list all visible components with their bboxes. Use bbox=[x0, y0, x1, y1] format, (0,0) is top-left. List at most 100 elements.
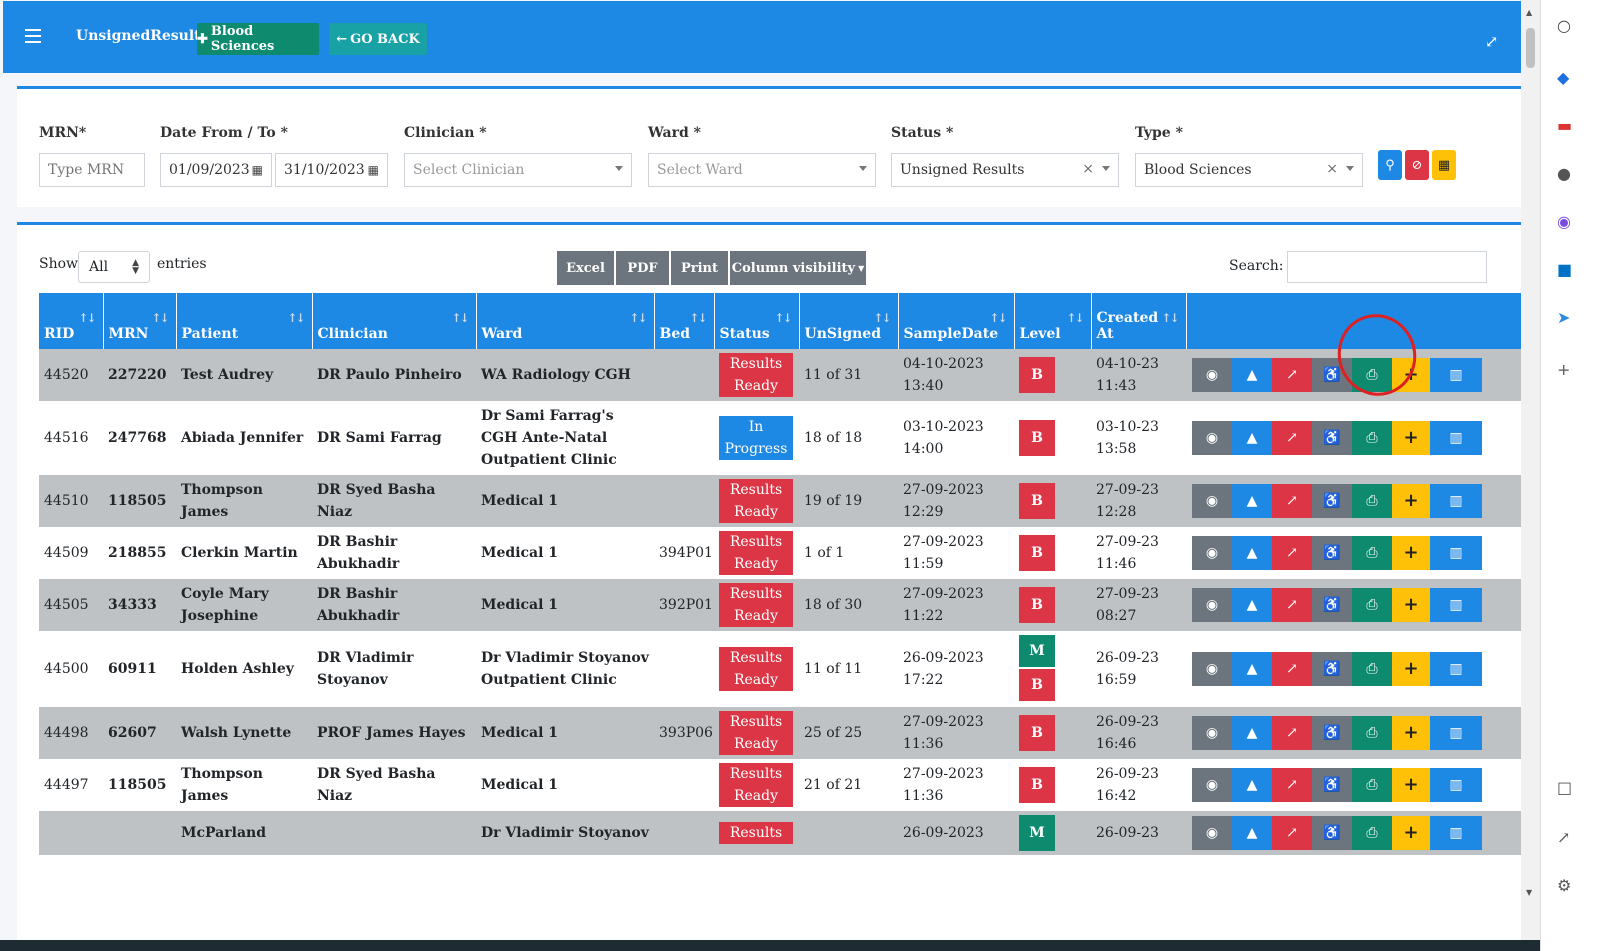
accessibility-button[interactable]: ♿ bbox=[1312, 816, 1352, 850]
search-input[interactable] bbox=[1287, 251, 1487, 283]
print-button[interactable]: ⎙ bbox=[1352, 484, 1392, 518]
pdf-button[interactable]: PDF bbox=[616, 251, 669, 285]
status-select[interactable]: Unsigned Results × bbox=[891, 153, 1119, 187]
barcode-button[interactable]: ▥ bbox=[1430, 716, 1482, 750]
print-button[interactable]: ⎙ bbox=[1352, 536, 1392, 570]
col-unsigned[interactable]: UnSigned ↑↓ bbox=[799, 293, 899, 349]
table-row[interactable]: 44505 34333 Coyle Mary Josephine DR Bashir … bbox=[39, 579, 1532, 631]
area-chart-button[interactable]: ▲ bbox=[1232, 768, 1272, 802]
add-button[interactable]: + bbox=[1392, 536, 1430, 570]
barcode-button[interactable]: ▥ bbox=[1430, 484, 1482, 518]
sort-icon[interactable]: ↑↓ bbox=[287, 311, 305, 325]
view-button[interactable]: ◉ bbox=[1192, 768, 1232, 802]
print-button[interactable]: ⎙ bbox=[1352, 358, 1392, 392]
line-chart-button[interactable]: ↗ bbox=[1272, 588, 1312, 622]
sort-icon[interactable]: ↑↓ bbox=[629, 311, 647, 325]
col-clinician[interactable]: Clinician ↑↓ bbox=[312, 293, 477, 349]
barcode-button[interactable]: ▥ bbox=[1430, 588, 1482, 622]
clear-icon[interactable]: × bbox=[1326, 161, 1338, 177]
accessibility-button[interactable]: ♿ bbox=[1312, 536, 1352, 570]
col-status[interactable]: Status ↑↓ bbox=[714, 293, 800, 349]
level-badge[interactable]: B bbox=[1019, 715, 1055, 751]
sort-icon[interactable]: ↑↓ bbox=[1066, 311, 1084, 325]
accessibility-button[interactable]: ♿ bbox=[1312, 358, 1352, 392]
add-button[interactable]: + bbox=[1392, 588, 1430, 622]
level-badge[interactable]: B bbox=[1019, 420, 1055, 456]
level-badge[interactable]: B bbox=[1019, 669, 1055, 701]
level-badge[interactable]: B bbox=[1019, 357, 1055, 393]
level-badge[interactable]: B bbox=[1019, 587, 1055, 623]
mrn-input[interactable] bbox=[39, 153, 145, 187]
search-button[interactable]: ⚲ bbox=[1378, 150, 1402, 180]
column-visibility-button[interactable]: Column visibility ▼ bbox=[730, 251, 866, 285]
area-chart-button[interactable]: ▲ bbox=[1232, 816, 1272, 850]
col-created-at[interactable]: Created At ↑↓ bbox=[1091, 293, 1187, 349]
level-badge[interactable]: B bbox=[1019, 767, 1055, 803]
print-button[interactable]: ⎙ bbox=[1352, 588, 1392, 622]
col-sampledate[interactable]: SampleDate ↑↓ bbox=[898, 293, 1015, 349]
outlook-icon[interactable]: ■ bbox=[1557, 260, 1572, 279]
line-chart-button[interactable]: ↗ bbox=[1272, 358, 1312, 392]
gear-icon[interactable]: ⚙ bbox=[1557, 876, 1571, 895]
print-button[interactable]: ⎙ bbox=[1352, 652, 1392, 686]
view-button[interactable]: ◉ bbox=[1192, 484, 1232, 518]
share-icon[interactable]: ↗ bbox=[1557, 828, 1570, 847]
search-icon[interactable]: ○ bbox=[1557, 16, 1571, 35]
sort-icon[interactable]: ↑↓ bbox=[451, 311, 469, 325]
table-row[interactable]: 44497 118505 Thompson James DR Syed Basha N… bbox=[39, 759, 1532, 811]
clinician-select[interactable]: Select Clinician bbox=[404, 153, 632, 187]
table-row[interactable]: 44498 62607 Walsh Lynette PROF James Hayes M… bbox=[39, 707, 1532, 759]
send-icon[interactable]: ➤ bbox=[1557, 308, 1570, 327]
area-chart-button[interactable]: ▲ bbox=[1232, 536, 1272, 570]
fullscreen-icon[interactable]: ⤢ bbox=[1485, 32, 1498, 51]
line-chart-button[interactable]: ↗ bbox=[1272, 421, 1312, 455]
level-badge[interactable]: M bbox=[1019, 635, 1055, 667]
sort-icon[interactable]: ↑↓ bbox=[151, 311, 169, 325]
print-button[interactable]: ⎙ bbox=[1352, 421, 1392, 455]
accessibility-button[interactable]: ♿ bbox=[1312, 421, 1352, 455]
sort-icon[interactable]: ↑↓ bbox=[689, 311, 707, 325]
barcode-button[interactable]: ▥ bbox=[1430, 652, 1482, 686]
col-level[interactable]: Level ↑↓ bbox=[1014, 293, 1092, 349]
area-chart-button[interactable]: ▲ bbox=[1232, 358, 1272, 392]
print-button[interactable]: Print bbox=[671, 251, 728, 285]
date-from-input[interactable]: 01/09/2023 ▦ bbox=[160, 153, 272, 187]
add-button[interactable]: + bbox=[1392, 484, 1430, 518]
accessibility-button[interactable]: ♿ bbox=[1312, 652, 1352, 686]
line-chart-button[interactable]: ↗ bbox=[1272, 816, 1312, 850]
go-back-button[interactable]: ← GO BACK bbox=[329, 23, 427, 55]
line-chart-button[interactable]: ↗ bbox=[1272, 652, 1312, 686]
sort-icon[interactable]: ↑↓ bbox=[78, 311, 96, 325]
print-button[interactable]: ⎙ bbox=[1352, 716, 1392, 750]
window-icon[interactable]: □ bbox=[1557, 778, 1572, 797]
sort-icon[interactable]: ↑↓ bbox=[989, 311, 1007, 325]
diamond-icon[interactable]: ◆ bbox=[1557, 68, 1569, 87]
excel-button[interactable]: Excel bbox=[557, 251, 614, 285]
view-button[interactable]: ◉ bbox=[1192, 816, 1232, 850]
view-button[interactable]: ◉ bbox=[1192, 421, 1232, 455]
person-icon[interactable]: ● bbox=[1557, 164, 1571, 183]
blood-sciences-button[interactable]: ✚ Blood Sciences bbox=[197, 23, 319, 55]
line-chart-button[interactable]: ↗ bbox=[1272, 768, 1312, 802]
sort-icon[interactable]: ↑↓ bbox=[774, 311, 792, 325]
vertical-scrollbar[interactable]: ▲ ▼ bbox=[1521, 0, 1540, 951]
accessibility-button[interactable]: ♿ bbox=[1312, 484, 1352, 518]
accessibility-button[interactable]: ♿ bbox=[1312, 588, 1352, 622]
level-badge[interactable]: B bbox=[1019, 535, 1055, 571]
col-rid[interactable]: RID ↑↓ bbox=[39, 293, 104, 349]
view-button[interactable]: ◉ bbox=[1192, 536, 1232, 570]
view-button[interactable]: ◉ bbox=[1192, 716, 1232, 750]
type-select[interactable]: Blood Sciences × bbox=[1135, 153, 1363, 187]
reset-button[interactable]: ⊘ bbox=[1405, 150, 1429, 180]
accessibility-button[interactable]: ♿ bbox=[1312, 716, 1352, 750]
barcode-button[interactable]: ▥ bbox=[1430, 816, 1482, 850]
accessibility-button[interactable]: ♿ bbox=[1312, 768, 1352, 802]
table-row[interactable]: 44516 247768 Abiada Jennifer DR Sami Farrag… bbox=[39, 401, 1532, 475]
line-chart-button[interactable]: ↗ bbox=[1272, 484, 1312, 518]
clear-icon[interactable]: × bbox=[1082, 161, 1094, 177]
add-button[interactable]: + bbox=[1392, 716, 1430, 750]
sort-icon[interactable]: ↑↓ bbox=[1161, 311, 1179, 325]
print-button[interactable]: ⎙ bbox=[1352, 768, 1392, 802]
scroll-down-icon[interactable]: ▼ bbox=[1526, 888, 1532, 897]
col-patient[interactable]: Patient ↑↓ bbox=[176, 293, 313, 349]
